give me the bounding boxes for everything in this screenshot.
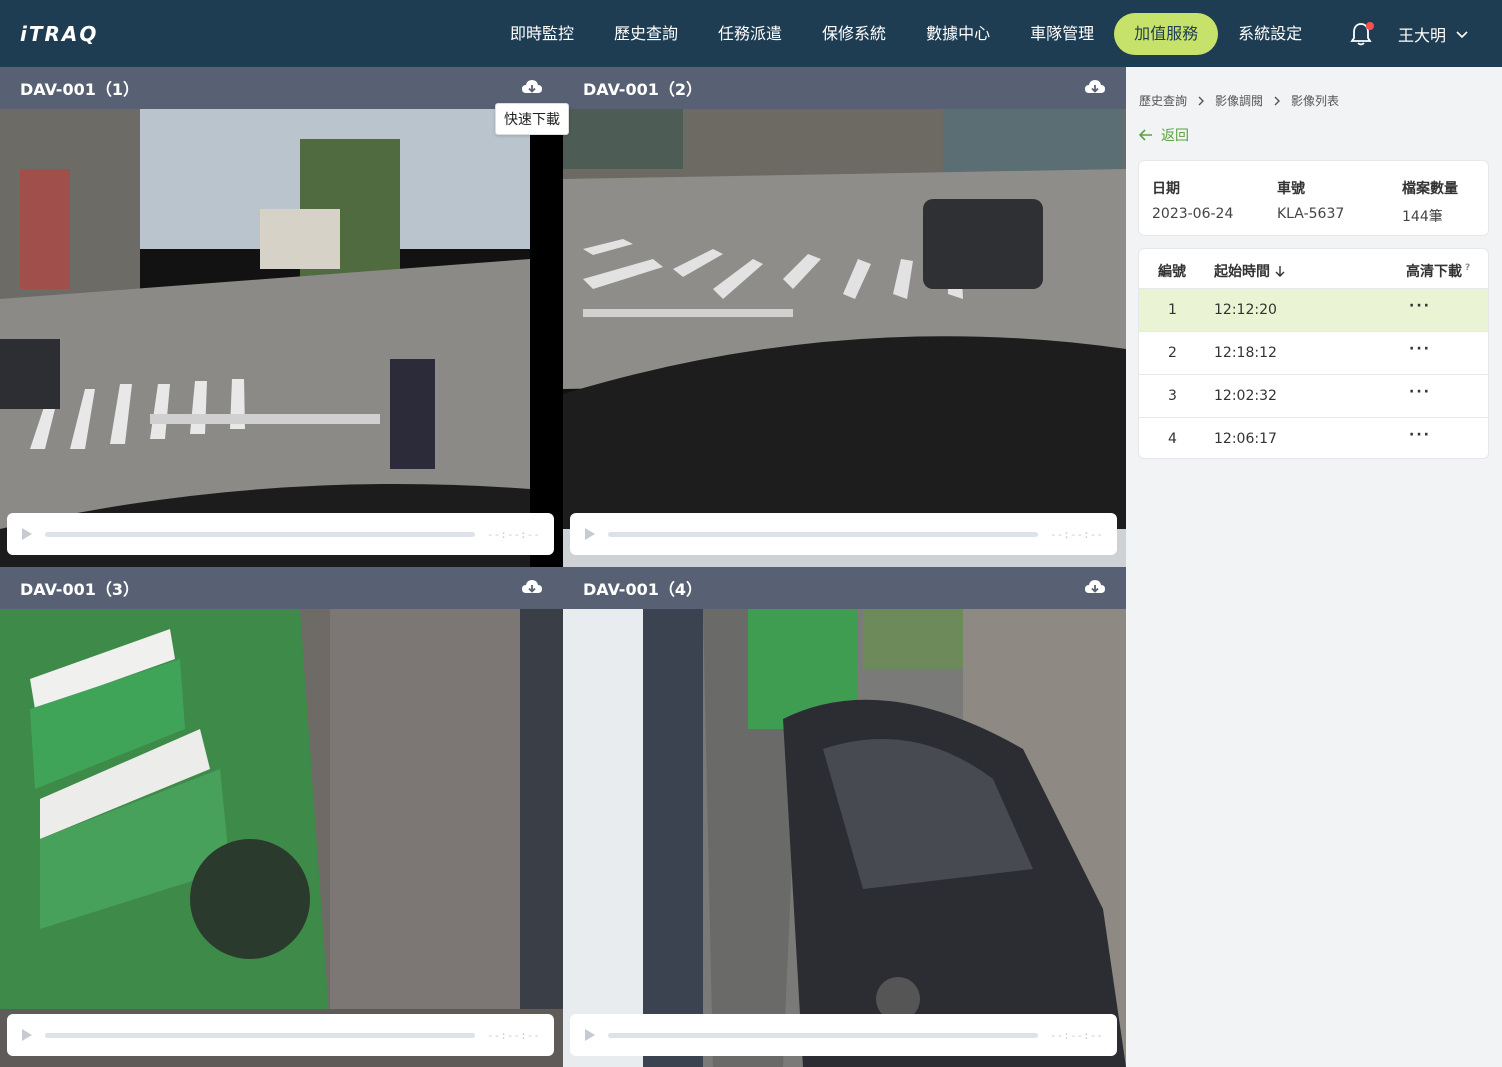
info-plate: 車號 KLA-5637	[1277, 178, 1344, 222]
video-cell-4: DAV-001（4） --:--:--	[563, 567, 1126, 1067]
nav-item-settings[interactable]: 系統設定	[1218, 13, 1322, 55]
row-no: 1	[1168, 302, 1177, 318]
info-count: 檔案數量 144筆	[1402, 178, 1458, 226]
play-icon[interactable]	[584, 1028, 596, 1042]
table-row[interactable]: 1 12:12:20 ···	[1139, 289, 1488, 332]
more-icon[interactable]: ···	[1409, 384, 1431, 400]
video-cell-1: DAV-001（1） --:--:--	[0, 67, 563, 567]
top-bar: iTRAQ 即時監控 歷史查詢 任務派遣 保修系統 數據中心 車隊管理 加值服務…	[0, 0, 1502, 67]
row-time: 12:18:12	[1214, 345, 1277, 361]
progress-bar[interactable]	[608, 1032, 1039, 1038]
video-cell-3: DAV-001（3） --:--:--	[0, 567, 563, 1067]
row-no: 2	[1168, 345, 1177, 361]
row-time: 12:02:32	[1214, 388, 1277, 404]
video-frame[interactable]	[0, 109, 563, 567]
video-frame[interactable]	[0, 609, 563, 1067]
nav-item-history[interactable]: 歷史查詢	[594, 13, 698, 55]
back-label: 返回	[1161, 128, 1189, 144]
video-player-controls: --:--:--	[7, 513, 554, 555]
col-hd-download-label: 高清下載	[1406, 264, 1462, 280]
row-no: 3	[1168, 388, 1177, 404]
video-title: DAV-001（2）	[583, 80, 702, 99]
video-player-controls: --:--:--	[570, 1014, 1117, 1056]
sort-down-icon	[1275, 266, 1285, 277]
progress-bar[interactable]	[45, 531, 476, 537]
chevron-right-icon	[1198, 96, 1205, 105]
time-display: --:--:--	[1050, 527, 1103, 541]
nav-item-maintenance[interactable]: 保修系統	[802, 13, 906, 55]
video-player-controls: --:--:--	[570, 513, 1117, 555]
info-date: 日期 2023-06-24	[1152, 178, 1233, 222]
plate-label: 車號	[1277, 181, 1305, 197]
breadcrumb-video-list: 影像列表	[1291, 94, 1340, 108]
time-display: --:--:--	[487, 527, 540, 541]
back-button[interactable]: 返回	[1139, 125, 1189, 145]
col-start-time-label: 起始時間	[1214, 264, 1270, 280]
table-row[interactable]: 4 12:06:17 ···	[1139, 418, 1488, 458]
count-value: 144筆	[1402, 209, 1443, 225]
date-value: 2023-06-24	[1152, 206, 1234, 222]
notification-dot	[1366, 22, 1374, 30]
time-display: --:--:--	[487, 1028, 540, 1042]
user-menu[interactable]: 王大明	[1398, 22, 1468, 46]
chevron-right-icon	[1274, 96, 1281, 105]
video-list-table: 編號 起始時間 高清下載? 1 12:12:20 ··· 2 12:18:12 …	[1138, 248, 1489, 459]
file-info-card: 日期 2023-06-24 車號 KLA-5637 檔案數量 144筆	[1138, 160, 1489, 236]
col-start-time[interactable]: 起始時間	[1214, 261, 1286, 281]
breadcrumb-video-retrieval[interactable]: 影像調閱	[1215, 92, 1263, 109]
nav-item-live-monitor[interactable]: 即時監控	[490, 13, 594, 55]
chevron-down-icon	[1456, 31, 1468, 39]
more-icon[interactable]: ···	[1409, 427, 1431, 443]
video-grid: DAV-001（1） --:--:-- DAV-001（2） --:--:-- …	[0, 67, 1126, 1067]
nav-item-data-center[interactable]: 數據中心	[906, 13, 1010, 55]
video-frame[interactable]	[563, 609, 1126, 1067]
video-list-panel: 歷史查詢 影像調閱 影像列表 返回 日期 2023-06-24 車號 KLA-5…	[1126, 67, 1502, 1067]
main-nav: 即時監控 歷史查詢 任務派遣 保修系統 數據中心 車隊管理 加值服務 系統設定	[490, 0, 1322, 67]
video-cell-2: DAV-001（2） --:--:--	[563, 67, 1126, 567]
play-icon[interactable]	[21, 1028, 33, 1042]
play-icon[interactable]	[584, 527, 596, 541]
row-no: 4	[1168, 431, 1177, 447]
row-time: 12:06:17	[1214, 431, 1277, 447]
table-row[interactable]: 3 12:02:32 ···	[1139, 375, 1488, 418]
video-frame[interactable]	[563, 109, 1126, 567]
count-label: 檔案數量	[1402, 181, 1458, 197]
col-hd-download: 高清下載?	[1406, 261, 1470, 281]
video-title: DAV-001（4）	[583, 580, 702, 599]
table-header: 編號 起始時間 高清下載?	[1139, 249, 1488, 289]
play-icon[interactable]	[21, 527, 33, 541]
progress-bar[interactable]	[608, 531, 1039, 537]
date-label: 日期	[1152, 181, 1180, 197]
breadcrumb-history[interactable]: 歷史查詢	[1139, 92, 1187, 109]
user-name: 王大明	[1398, 26, 1447, 45]
plate-value: KLA-5637	[1277, 206, 1345, 222]
time-display: --:--:--	[1050, 1028, 1103, 1042]
help-icon[interactable]: ?	[1465, 263, 1470, 273]
progress-bar[interactable]	[45, 1032, 476, 1038]
nav-item-dispatch[interactable]: 任務派遣	[698, 13, 802, 55]
video-header: DAV-001（3）	[0, 567, 563, 609]
more-icon[interactable]: ···	[1409, 298, 1431, 314]
cloud-download-icon[interactable]	[1084, 78, 1106, 98]
col-no: 編號	[1158, 264, 1186, 280]
nav-item-fleet[interactable]: 車隊管理	[1010, 13, 1114, 55]
video-header: DAV-001（2）	[563, 67, 1126, 109]
more-icon[interactable]: ···	[1409, 341, 1431, 357]
video-header: DAV-001（1）	[0, 67, 563, 109]
row-time: 12:12:20	[1214, 302, 1277, 318]
cloud-download-icon[interactable]	[1084, 578, 1106, 598]
video-title: DAV-001（3）	[20, 580, 139, 599]
cloud-download-icon[interactable]	[521, 578, 543, 598]
cloud-download-icon[interactable]	[521, 78, 543, 98]
video-player-controls: --:--:--	[7, 1014, 554, 1056]
quick-download-tooltip: 快速下載	[495, 103, 569, 135]
video-title: DAV-001（1）	[20, 80, 139, 99]
logo: iTRAQ	[20, 22, 99, 46]
nav-item-value-added[interactable]: 加值服務	[1114, 12, 1219, 55]
video-header: DAV-001（4）	[563, 567, 1126, 609]
breadcrumb: 歷史查詢 影像調閱 影像列表	[1139, 92, 1339, 109]
table-row[interactable]: 2 12:18:12 ···	[1139, 332, 1488, 375]
arrow-left-icon	[1139, 129, 1152, 141]
